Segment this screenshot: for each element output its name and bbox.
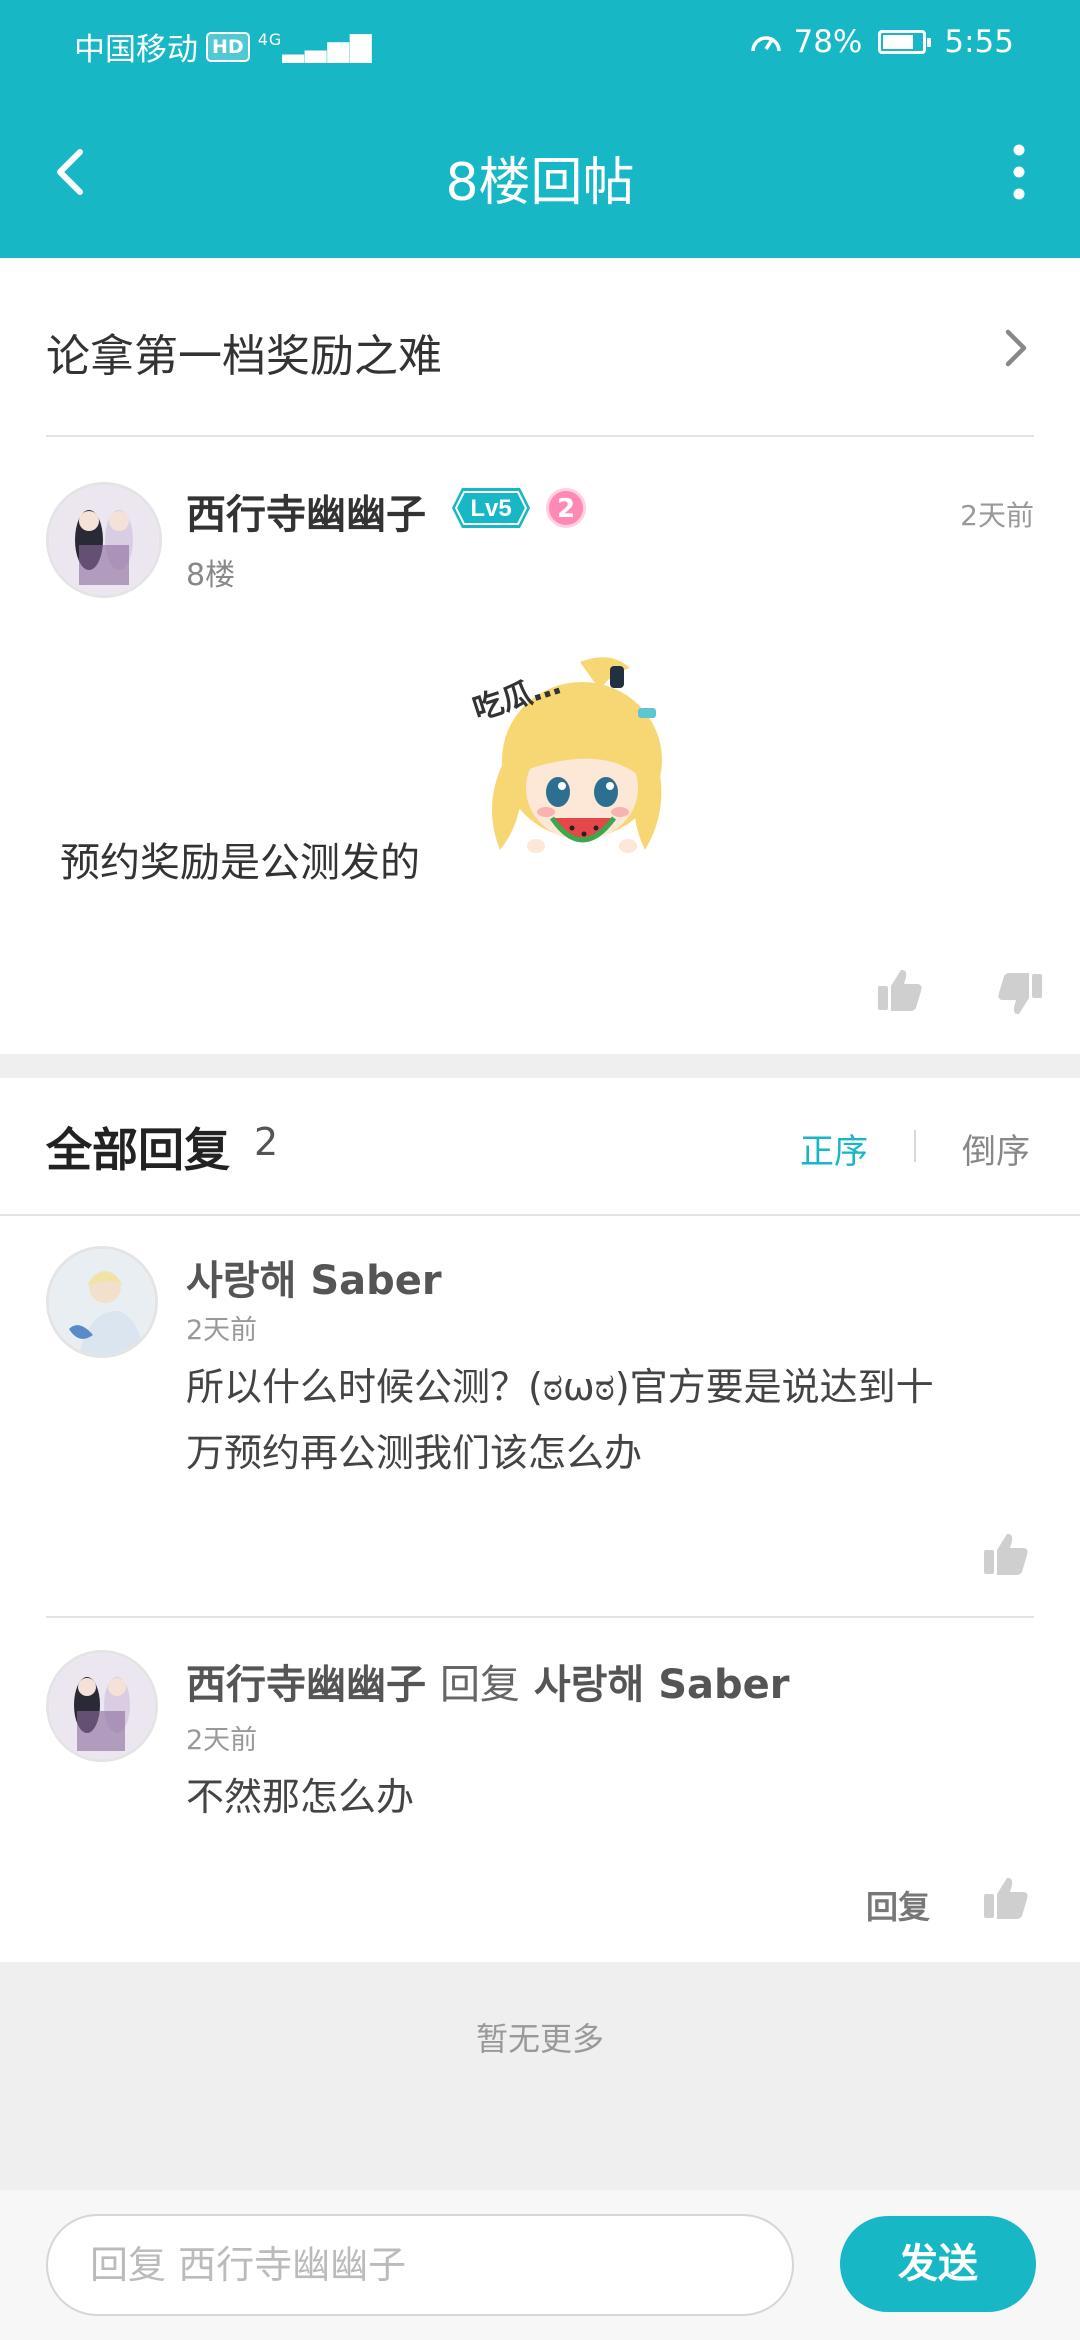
reply-content-line: 所以什么时候公测？(ಠωಠ)官方要是说达到十 (186, 1365, 934, 1409)
thumbs-up-icon[interactable] (982, 1874, 1030, 1922)
post-time: 2天前 (960, 499, 1034, 532)
section-gap (0, 1054, 1080, 1078)
reply-time: 2天前 (186, 1315, 258, 1346)
divider (0, 1214, 1080, 1216)
reply-to-label: 回复 (439, 1662, 520, 1708)
reply-author-line: 西行寺幽幽子 回复 사랑해 Saber (186, 1652, 790, 1710)
sort-descending-button[interactable]: 倒序 (962, 1124, 1030, 1173)
avatar[interactable] (46, 482, 162, 598)
reply-author-name[interactable]: 사랑해 Saber (186, 1248, 442, 1306)
thumbs-down-icon[interactable] (996, 970, 1044, 1018)
reply-content: 所以什么时候公测？(ಠωಠ)官方要是说达到十 万预约再公测我们该怎么办 (186, 1354, 1036, 1486)
status-bar: 中国移动 HD 4G▂▃▅▇ 78% 5:55 (0, 0, 1080, 90)
level-badge-text: Lv5 (470, 495, 511, 522)
end-of-list: 暂无更多 (0, 1962, 1080, 2190)
speed-meter-icon (751, 36, 782, 52)
battery-percent: 78% (793, 24, 863, 60)
clock: 5:55 (944, 24, 1014, 60)
level-badge: Lv5 (452, 488, 530, 528)
sticker-image: 吃瓜… (469, 657, 662, 853)
floor-label: 8楼 (186, 558, 236, 593)
page-title: 8楼回帖 (445, 153, 635, 213)
no-more-label: 暂无更多 (475, 2020, 604, 2058)
divider (46, 1616, 1034, 1618)
thumbs-up-icon[interactable] (876, 966, 924, 1014)
reply-content: 不然那怎么办 (186, 1775, 415, 1819)
medal-badge: 2 (546, 488, 586, 528)
carrier-label: 中国移动 (74, 32, 198, 68)
sort-ascending-button[interactable]: 正序 (800, 1124, 868, 1173)
reply-author-name[interactable]: 西行寺幽幽子 (186, 1662, 426, 1708)
sort-separator (914, 1130, 916, 1162)
avatar[interactable] (46, 1650, 158, 1762)
signal-icon: 4G▂▃▅▇ (257, 30, 373, 63)
divider (46, 435, 1034, 437)
send-button[interactable]: 发送 (840, 2216, 1036, 2312)
thread-title: 论拿第一档奖励之难 (46, 331, 442, 382)
more-vertical-icon[interactable] (1004, 140, 1034, 204)
app-header: 8楼回帖 (0, 90, 1080, 258)
chevron-right-icon (1005, 329, 1027, 367)
replies-title: 全部回复 (46, 1123, 230, 1177)
hd-badge: HD (206, 31, 250, 62)
reply-time: 2天前 (186, 1725, 258, 1756)
reply-target-name[interactable]: 사랑해 Saber (534, 1662, 790, 1708)
replies-count: 2 (254, 1120, 279, 1164)
post-content: 预约奖励是公测发的 (60, 840, 420, 886)
battery-level-fill (883, 35, 913, 49)
reply-content-line: 万预约再公测我们该怎么办 (186, 1431, 643, 1475)
post-author-name[interactable]: 西行寺幽幽子 (186, 482, 426, 540)
avatar[interactable] (46, 1246, 158, 1358)
reply-button[interactable]: 回复 (866, 1882, 930, 1928)
network-type-label: 4G (257, 30, 283, 49)
reply-input-bar: 回复 西行寺幽幽子 发送 (0, 2190, 1080, 2340)
thread-title-row[interactable]: 论拿第一档奖励之难 (0, 258, 1080, 436)
thumbs-up-icon[interactable] (982, 1530, 1030, 1578)
battery-icon (878, 30, 932, 54)
reply-input[interactable]: 回复 西行寺幽幽子 (46, 2214, 794, 2316)
